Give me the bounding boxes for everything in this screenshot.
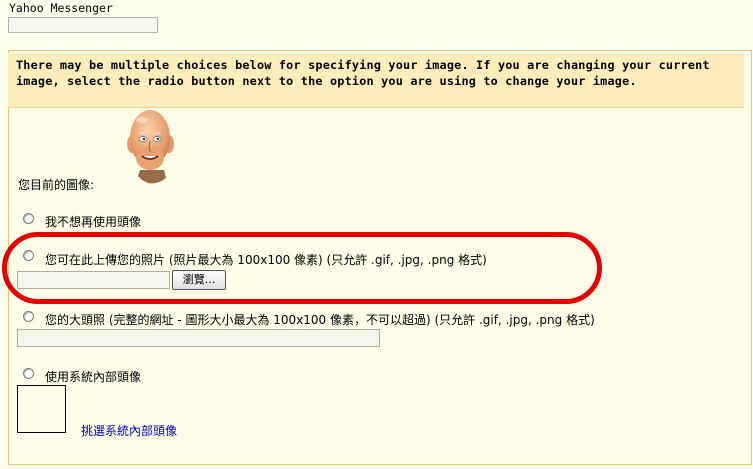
messenger-label: Yahoo Messenger [9,1,113,15]
no-avatar-label: 我不想再使用頭像 [45,215,142,229]
big-photo-url-input[interactable] [17,329,380,347]
messenger-id-input[interactable] [8,17,158,33]
system-avatar-preview [17,385,66,433]
current-image-label: 您目前的圖像: [18,178,95,192]
system-avatar-radio[interactable] [23,368,34,379]
current-avatar-image [120,106,180,190]
system-avatar-label: 使用系統內部頭像 [45,370,142,384]
choose-system-avatar-link[interactable]: 挑選系統內部頭像 [81,422,177,439]
highlight-ellipse [2,232,602,304]
no-avatar-radio[interactable] [23,213,34,224]
image-instructions: There may be multiple choices below for … [8,53,744,108]
big-photo-label: 您的大頭照 (完整的網址 - 圖形大小最大為 100x100 像素，不可以超過)… [45,313,595,327]
big-photo-radio[interactable] [23,311,34,322]
